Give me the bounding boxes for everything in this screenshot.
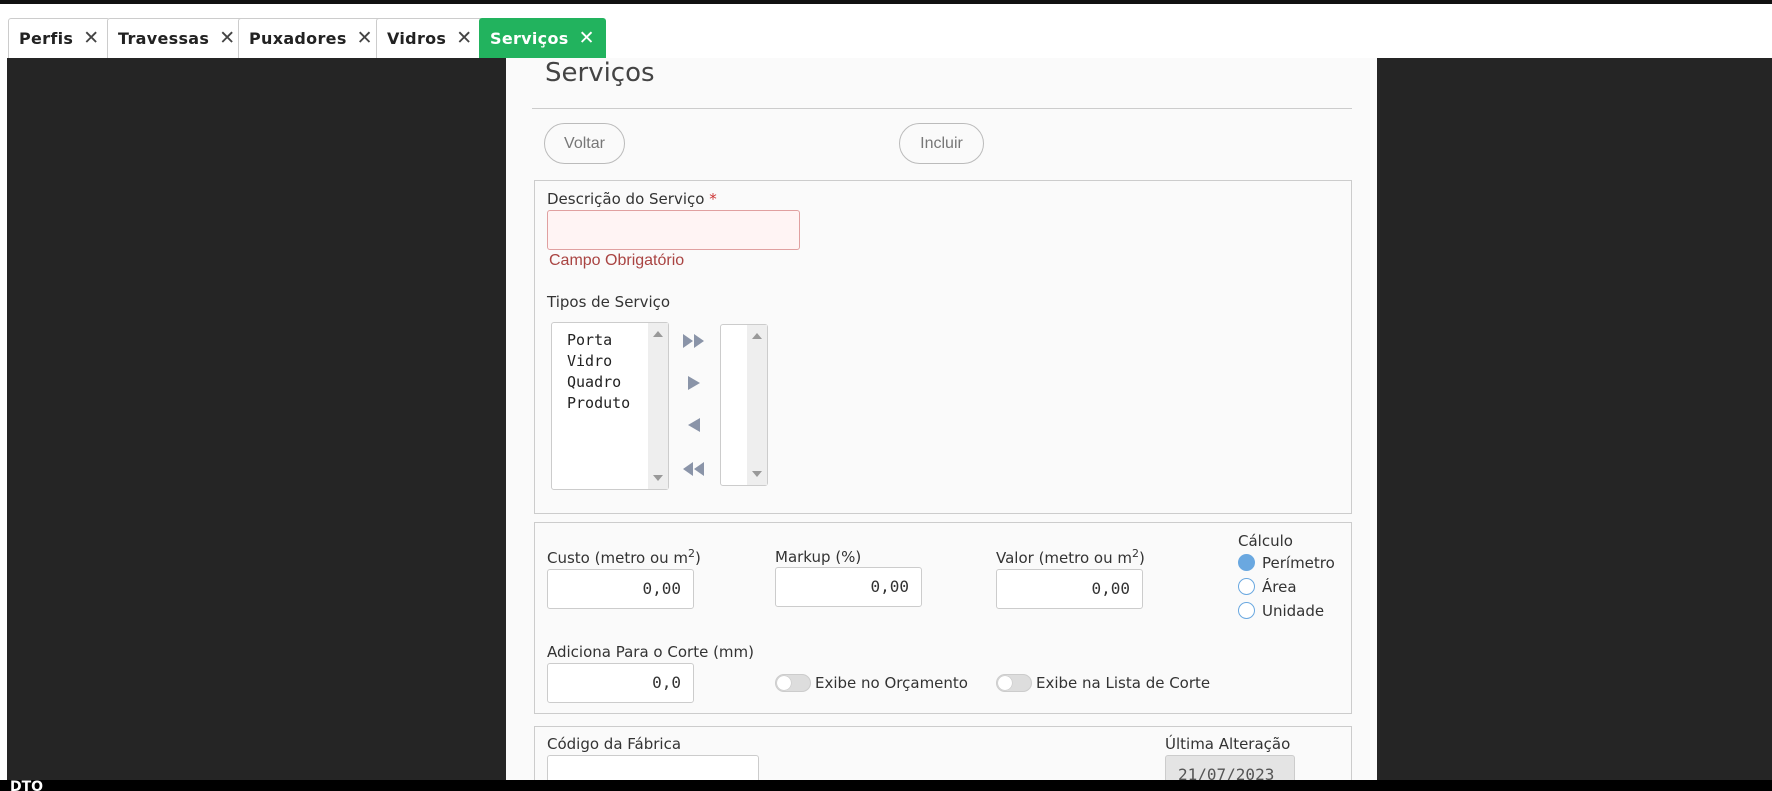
- move-right-icon[interactable]: [680, 372, 708, 394]
- last-change-label: Última Alteração: [1165, 735, 1291, 753]
- required-mark: *: [709, 190, 717, 208]
- radio-unidade[interactable]: [1238, 602, 1255, 619]
- title-divider: [532, 108, 1352, 109]
- close-icon[interactable]: ✕: [357, 29, 373, 48]
- radio-perimetro-label[interactable]: Perímetro: [1262, 554, 1335, 572]
- tab-puxadores[interactable]: Puxadores ✕: [238, 18, 384, 58]
- cost-input[interactable]: 0,00: [547, 569, 694, 609]
- list-item[interactable]: Quadro: [567, 373, 621, 391]
- tab-label: Perfis: [19, 29, 74, 48]
- price-input[interactable]: 0,00: [996, 569, 1143, 609]
- tab-bar: Perfis ✕ Travessas ✕ Puxadores ✕ Vidros …: [0, 4, 1772, 58]
- description-label-text: Descrição do Serviço: [547, 190, 705, 208]
- cut-add-label: Adiciona Para o Corte (mm): [547, 643, 755, 661]
- price-label: Valor (metro ou m2): [996, 547, 1145, 567]
- tab-perfis[interactable]: Perfis ✕: [8, 18, 111, 58]
- radio-area-label[interactable]: Área: [1262, 578, 1297, 596]
- move-left-icon[interactable]: [680, 414, 708, 436]
- price-label-text: Valor (metro ou m: [996, 549, 1132, 567]
- list-item[interactable]: Produto: [567, 394, 630, 412]
- services-panel: Serviços Voltar Incluir Descrição do Ser…: [506, 58, 1377, 780]
- tab-servicos[interactable]: Serviços ✕: [479, 18, 606, 58]
- calculation-label: Cálculo: [1238, 532, 1293, 550]
- price-label-sup: 2: [1132, 547, 1139, 560]
- last-change-field: 21/07/2023: [1165, 755, 1295, 780]
- app-window: Perfis ✕ Travessas ✕ Puxadores ✕ Vidros …: [0, 0, 1772, 791]
- radio-perimetro[interactable]: [1238, 554, 1255, 571]
- selected-types-list[interactable]: [720, 324, 768, 486]
- cost-label-end: ): [695, 549, 701, 567]
- description-input[interactable]: [547, 210, 800, 250]
- show-budget-label: Exibe no Orçamento: [815, 674, 968, 692]
- scroll-down-icon[interactable]: [653, 475, 663, 481]
- include-button[interactable]: Incluir: [899, 123, 984, 164]
- factory-code-input[interactable]: [547, 755, 759, 780]
- show-cut-list-toggle[interactable]: [996, 674, 1032, 692]
- cost-label-sup: 2: [688, 547, 696, 560]
- markup-label: Markup (%): [775, 548, 862, 566]
- description-label: Descrição do Serviço *: [547, 190, 717, 208]
- left-edge: [0, 58, 7, 780]
- close-icon[interactable]: ✕: [83, 29, 99, 48]
- list-item[interactable]: Vidro: [567, 352, 612, 370]
- radio-unidade-label[interactable]: Unidade: [1262, 602, 1324, 620]
- radio-area[interactable]: [1238, 578, 1255, 595]
- available-types-list[interactable]: Porta Vidro Quadro Produto: [551, 322, 669, 490]
- scroll-up-icon[interactable]: [752, 333, 762, 339]
- cost-label-text: Custo (metro ou m: [547, 549, 689, 567]
- close-icon[interactable]: ✕: [579, 29, 595, 48]
- scroll-up-icon[interactable]: [653, 331, 663, 337]
- close-icon[interactable]: ✕: [219, 29, 235, 48]
- scroll-down-icon[interactable]: [752, 471, 762, 477]
- list-item[interactable]: Porta: [567, 331, 612, 349]
- show-budget-toggle[interactable]: [775, 674, 811, 692]
- toggle-knob: [998, 676, 1012, 690]
- tab-label: Travessas: [118, 29, 210, 48]
- tab-label: Serviços: [490, 29, 569, 48]
- factory-code-label: Código da Fábrica: [547, 735, 682, 753]
- status-bar: DTO: [0, 780, 1772, 791]
- move-all-right-icon[interactable]: [680, 330, 708, 352]
- description-error: Campo Obrigatório: [549, 252, 685, 269]
- cost-label: Custo (metro ou m2): [547, 547, 701, 567]
- page-title: Serviços: [545, 58, 655, 88]
- tab-travessas[interactable]: Travessas ✕: [107, 18, 247, 58]
- tab-label: Vidros: [387, 29, 447, 48]
- back-button[interactable]: Voltar: [544, 123, 625, 164]
- service-types-label: Tipos de Serviço: [547, 293, 671, 311]
- scrollbar[interactable]: [747, 325, 767, 485]
- tab-vidros[interactable]: Vidros ✕: [376, 18, 484, 58]
- move-all-left-icon[interactable]: [680, 458, 708, 480]
- cut-add-input[interactable]: 0,0: [547, 663, 694, 703]
- toggle-knob: [777, 676, 791, 690]
- markup-input[interactable]: 0,00: [775, 567, 922, 607]
- scrollbar[interactable]: [648, 323, 668, 489]
- tab-label: Puxadores: [249, 29, 347, 48]
- show-cut-list-label: Exibe na Lista de Corte: [1036, 674, 1211, 692]
- price-label-end: ): [1139, 549, 1145, 567]
- status-text: DTO: [10, 779, 44, 791]
- close-icon[interactable]: ✕: [456, 29, 472, 48]
